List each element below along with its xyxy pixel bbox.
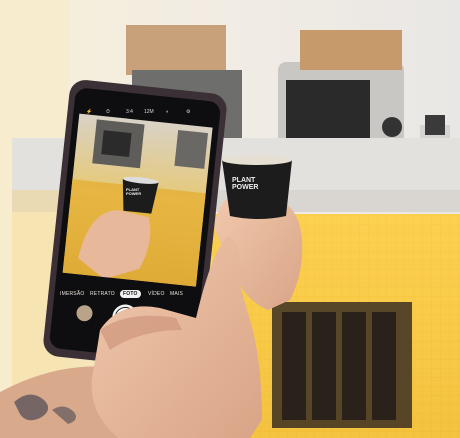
camera-mode-bar: IMERSÃO RETRATO FOTO VÍDEO MAIS <box>60 290 200 301</box>
screen-cup-brand-line2: POWER <box>126 191 142 196</box>
cup-brand-line1: PLANT <box>232 177 256 184</box>
aspect-ratio-label[interactable]: 3:4 <box>126 109 133 115</box>
resolution-label[interactable]: 12M <box>144 109 154 115</box>
cup-brand-line2: POWER <box>232 184 259 191</box>
mode-imersao[interactable]: IMERSÃO <box>60 291 84 297</box>
settings-icon[interactable]: ⚙ <box>186 109 190 115</box>
screen-cup-brand: PLANT POWER <box>126 188 152 196</box>
mode-video[interactable]: VÍDEO <box>148 291 165 297</box>
mode-foto[interactable]: FOTO <box>120 290 141 298</box>
cup-brand: PLANT POWER <box>232 177 272 191</box>
hdr-icon[interactable]: ◐ <box>166 109 169 115</box>
mode-mais[interactable]: MAIS <box>170 291 183 297</box>
photo-scene <box>0 0 460 438</box>
camera-status-bar: ⚡ ⏱ 3:4 12M ◐ ⚙ <box>86 109 206 117</box>
timer-icon[interactable]: ⏱ <box>106 109 110 115</box>
mode-retrato[interactable]: RETRATO <box>90 291 115 297</box>
flash-off-icon[interactable]: ⚡ <box>86 109 92 115</box>
photo: ⚡ ⏱ 3:4 12M ◐ ⚙ IMERSÃO RETRATO FOTO VÍD… <box>0 0 460 438</box>
